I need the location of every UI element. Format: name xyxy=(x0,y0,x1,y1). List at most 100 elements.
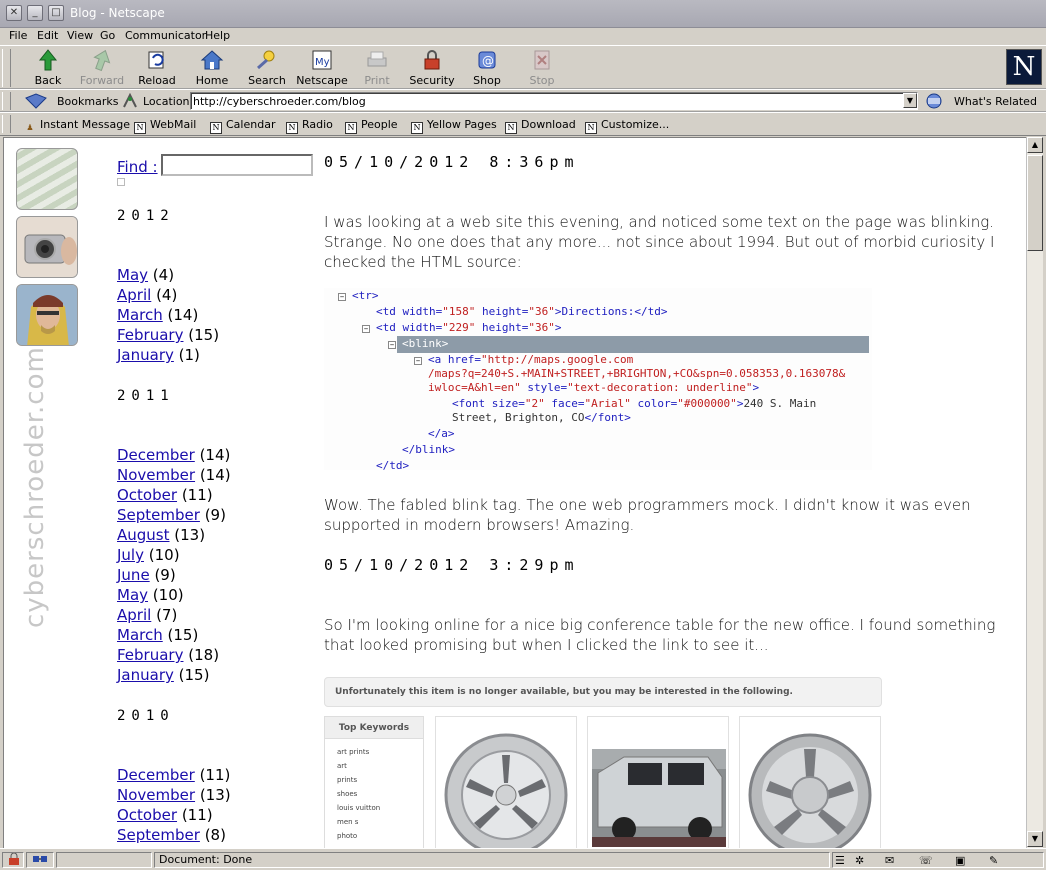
archive-month-link[interactable]: March xyxy=(117,626,163,644)
archive-month-link[interactable]: March xyxy=(117,306,163,324)
netscape-page-icon: N xyxy=(345,122,357,134)
archive-month-link[interactable]: October xyxy=(117,486,177,504)
download-button[interactable]: N Download xyxy=(505,118,576,134)
personal-grip[interactable] xyxy=(2,115,11,133)
security-status-icon[interactable] xyxy=(2,852,24,868)
back-button[interactable]: Back xyxy=(20,48,76,88)
netscape-page-icon: N xyxy=(585,122,597,134)
maximize-button[interactable]: □ xyxy=(48,5,64,21)
menu-view[interactable]: View xyxy=(67,29,93,42)
archive-month-link[interactable]: August xyxy=(117,526,170,544)
vertical-scrollbar[interactable]: ▲ ▼ xyxy=(1026,137,1043,848)
keyword-item[interactable]: photo xyxy=(325,829,423,843)
forward-button[interactable]: Forward xyxy=(74,48,130,88)
home-button[interactable]: Home xyxy=(184,48,240,88)
location-grip[interactable] xyxy=(2,92,11,110)
archive-month-link[interactable]: January xyxy=(117,666,174,684)
minimize-button[interactable]: _ xyxy=(27,5,43,21)
menu-communicator[interactable]: Communicator xyxy=(125,29,206,42)
scroll-thumb[interactable] xyxy=(1027,155,1043,251)
product-hubcap-1[interactable] xyxy=(435,716,577,848)
archive-month-link[interactable]: July xyxy=(117,546,144,564)
scroll-up-button[interactable]: ▲ xyxy=(1027,137,1043,153)
composer-icon[interactable]: ✎ xyxy=(989,854,998,868)
print-button[interactable]: Print xyxy=(349,48,405,88)
archive-month-link[interactable]: May xyxy=(117,266,148,284)
shop-button[interactable]: @ Shop xyxy=(459,48,515,88)
calendar-button[interactable]: N Calendar xyxy=(210,118,275,134)
find-input[interactable] xyxy=(161,154,313,176)
thumbnail-avatar-photo[interactable] xyxy=(16,284,78,346)
keyword-item[interactable]: art prints xyxy=(325,745,423,759)
netscape-logo[interactable]: N xyxy=(1006,49,1042,85)
tree-toggle[interactable]: − xyxy=(338,293,346,301)
keyword-item[interactable]: prints xyxy=(325,773,423,787)
menu-file[interactable]: File xyxy=(9,29,27,42)
menu-go[interactable]: Go xyxy=(100,29,115,42)
tree-toggle[interactable]: − xyxy=(388,341,396,349)
thumbnail-camera-photo[interactable] xyxy=(16,216,78,278)
bookmarks-button[interactable]: Bookmarks xyxy=(57,95,118,108)
archive-month-link[interactable]: November xyxy=(117,466,195,484)
archive-month-link[interactable]: February xyxy=(117,646,183,664)
archive-month-link[interactable]: October xyxy=(117,806,177,824)
hubcap-image xyxy=(748,733,872,848)
find-checkbox[interactable] xyxy=(117,178,125,186)
url-input[interactable]: http://cyberschroeder.com/blog xyxy=(190,92,918,110)
archive-month-link[interactable]: February xyxy=(117,326,183,344)
tree-toggle[interactable]: − xyxy=(414,357,422,365)
archive-month-link[interactable]: January xyxy=(117,346,174,364)
customize-button[interactable]: N Customize... xyxy=(585,118,669,134)
url-dropdown-button[interactable]: ▼ xyxy=(903,93,917,108)
bookmarks-icon[interactable] xyxy=(24,92,52,110)
menu-edit[interactable]: Edit xyxy=(37,29,58,42)
keyword-item[interactable]: shoes xyxy=(325,787,423,801)
netscape-button[interactable]: My Netscape xyxy=(294,48,350,88)
archive-month-link[interactable]: April xyxy=(117,286,151,304)
keyword-item[interactable]: men s xyxy=(325,815,423,829)
tree-toggle[interactable]: − xyxy=(362,325,370,333)
webmail-button[interactable]: N WebMail xyxy=(134,118,196,134)
archive-month: February (18) xyxy=(117,646,220,664)
archive-month-link[interactable]: April xyxy=(117,606,151,624)
page-content[interactable]: cyberschroeder.com Find : 2012 May (4) A… xyxy=(3,137,1026,848)
keyword-item[interactable]: art xyxy=(325,759,423,773)
archive-month: July (10) xyxy=(117,546,180,564)
thumbnail-pattern[interactable] xyxy=(16,148,78,210)
yellow-pages-button[interactable]: N Yellow Pages xyxy=(411,118,497,134)
whats-related-icon[interactable] xyxy=(924,92,950,110)
find-link[interactable]: Find : xyxy=(117,158,158,176)
reload-button[interactable]: Reload xyxy=(129,48,185,88)
netscape-page-icon: N xyxy=(134,122,146,134)
keyword-item[interactable]: louis vuitton xyxy=(325,801,423,815)
archive-month-link[interactable]: May xyxy=(117,586,148,604)
archive-month-link[interactable]: June xyxy=(117,566,150,584)
scroll-down-button[interactable]: ▼ xyxy=(1027,831,1043,847)
security-button[interactable]: Security xyxy=(404,48,460,88)
radio-button[interactable]: N Radio xyxy=(286,118,333,134)
archive-month-link[interactable]: December xyxy=(117,766,195,784)
mail-icon[interactable]: ✉ xyxy=(885,854,894,868)
product-suv-photo[interactable] xyxy=(587,716,729,848)
address-book-icon[interactable]: ▣ xyxy=(955,854,965,868)
archive-month-link[interactable]: December xyxy=(117,446,195,464)
people-button[interactable]: N People xyxy=(345,118,398,134)
post-paragraph: I was looking at a web site this evening… xyxy=(324,213,995,271)
search-button[interactable]: Search xyxy=(239,48,295,88)
whats-related-button[interactable]: What's Related xyxy=(954,95,1037,108)
instant-message-button[interactable]: ♟ Instant Message xyxy=(24,118,130,135)
stop-button[interactable]: Stop xyxy=(514,48,570,88)
archive-month-link[interactable]: September xyxy=(117,826,200,844)
svg-text:@: @ xyxy=(482,54,494,68)
product-hubcap-2[interactable] xyxy=(739,716,881,848)
navigation-toolbar: Back Forward Reload Home Search My Netsc… xyxy=(0,45,1046,89)
component-bar-icon[interactable]: ☰ xyxy=(835,854,845,868)
menu-help[interactable]: Help xyxy=(205,29,230,42)
archive-month-link[interactable]: November xyxy=(117,786,195,804)
close-window-button[interactable]: ✕ xyxy=(6,5,22,21)
archive-month: March (14) xyxy=(117,306,199,324)
navigator-icon[interactable]: ✲ xyxy=(855,854,864,868)
toolbar-grip[interactable] xyxy=(2,49,11,87)
archive-month-link[interactable]: September xyxy=(117,506,200,524)
instant-message-icon[interactable]: ☏ xyxy=(919,854,933,868)
